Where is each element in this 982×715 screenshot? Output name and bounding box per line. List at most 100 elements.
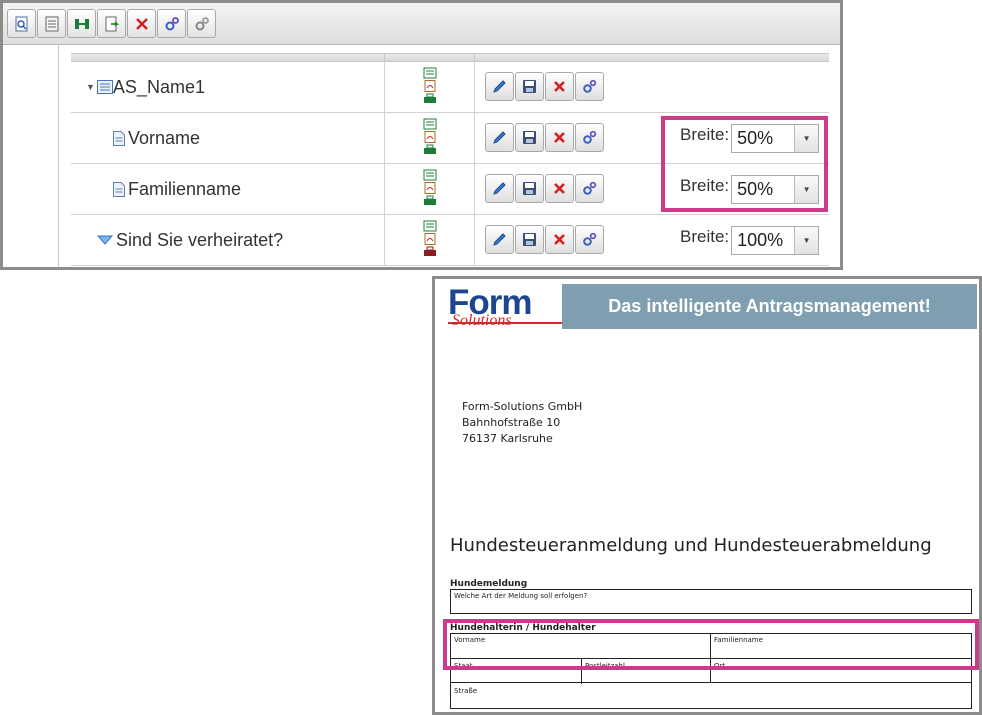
tree-row[interactable]: Sind Sie verheiratet? Breite: 100% ▼ bbox=[71, 215, 829, 266]
tree-node-label: AS_Name1 bbox=[112, 76, 205, 97]
tree-node[interactable]: Sind Sie verheiratet? bbox=[71, 215, 385, 265]
form-field-box: Welche Art der Meldung soll erfolgen? bbox=[450, 589, 972, 614]
pencil-icon bbox=[493, 80, 506, 93]
floppy-icon bbox=[523, 131, 536, 144]
delete-row-button[interactable] bbox=[545, 72, 574, 101]
tree-node[interactable]: Vorname bbox=[71, 113, 385, 163]
tree-node[interactable]: ▼ AS_Name1 bbox=[71, 62, 385, 112]
export-icon bbox=[105, 16, 119, 31]
tree-node-label: Familienname bbox=[128, 178, 242, 199]
pdf-icon[interactable] bbox=[423, 233, 437, 245]
preview-button[interactable] bbox=[7, 9, 36, 38]
delete-icon bbox=[554, 132, 565, 143]
screenshot-stage: ▼ AS_Name1 Vorname Breite: 50% ▼ Familie… bbox=[0, 0, 982, 715]
floppy-icon bbox=[523, 182, 536, 195]
delete-icon bbox=[135, 17, 148, 30]
settings-gray-icon bbox=[195, 16, 209, 30]
edit-button[interactable] bbox=[485, 174, 514, 203]
output-icons-cell bbox=[385, 164, 475, 214]
output-icons-cell bbox=[385, 215, 475, 265]
width-control: Breite: 100% ▼ bbox=[680, 226, 820, 255]
width-select[interactable]: 100% ▼ bbox=[731, 226, 820, 255]
print-icon[interactable] bbox=[423, 144, 437, 156]
preview-icon bbox=[15, 16, 27, 31]
sender-address: Form-Solutions GmbH Bahnhofstraße 10 761… bbox=[462, 399, 582, 447]
highlight-box-width-settings bbox=[661, 116, 828, 212]
settings-blue-icon bbox=[583, 181, 597, 195]
width-select-value: 100% bbox=[737, 230, 784, 250]
edit-button[interactable] bbox=[485, 72, 514, 101]
header-banner: Das intelligente Antragsmanagement! bbox=[562, 284, 977, 329]
edit-button[interactable] bbox=[485, 225, 514, 254]
left-panel-strip bbox=[3, 45, 59, 267]
properties-button[interactable] bbox=[575, 123, 604, 152]
save-button[interactable] bbox=[515, 225, 544, 254]
highlight-box-name-fields bbox=[443, 619, 979, 670]
print-icon[interactable] bbox=[423, 195, 437, 207]
html-icon[interactable] bbox=[423, 118, 437, 130]
properties-button[interactable] bbox=[575, 225, 604, 254]
pdf-icon[interactable] bbox=[423, 80, 437, 92]
delete-row-button[interactable] bbox=[545, 123, 574, 152]
form-solutions-logo: Form Solutions ® bbox=[448, 284, 569, 334]
print-icon[interactable] bbox=[423, 246, 437, 258]
delete-icon bbox=[554, 234, 565, 245]
settings-gray-button[interactable] bbox=[187, 9, 216, 38]
form-icon bbox=[45, 16, 58, 31]
html-icon[interactable] bbox=[423, 169, 437, 181]
tree-header bbox=[71, 53, 829, 62]
structure-button[interactable] bbox=[67, 9, 96, 38]
delete-button[interactable] bbox=[127, 9, 156, 38]
tree-node-label: Sind Sie verheiratet? bbox=[116, 229, 284, 250]
html-icon[interactable] bbox=[423, 220, 437, 232]
field-icon bbox=[113, 130, 125, 146]
delete-icon bbox=[554, 81, 565, 92]
address-line: 76137 Karlsruhe bbox=[462, 432, 553, 445]
settings-blue-icon bbox=[165, 16, 179, 30]
properties-button[interactable] bbox=[575, 174, 604, 203]
settings-blue-icon bbox=[583, 130, 597, 144]
structure-icon bbox=[74, 18, 89, 29]
delete-row-button[interactable] bbox=[545, 174, 574, 203]
pencil-icon bbox=[493, 131, 506, 144]
pdf-icon[interactable] bbox=[423, 182, 437, 194]
expand-caret-icon[interactable]: ▼ bbox=[86, 82, 95, 92]
floppy-icon bbox=[523, 80, 536, 93]
save-button[interactable] bbox=[515, 174, 544, 203]
form-field-box: Straße bbox=[450, 683, 972, 709]
pencil-icon bbox=[493, 182, 506, 195]
row-actions-cell bbox=[475, 62, 829, 112]
field-label: Welche Art der Meldung soll erfolgen? bbox=[454, 592, 588, 600]
settings-blue-icon bbox=[583, 79, 597, 93]
form-button[interactable] bbox=[37, 9, 66, 38]
address-line: Bahnhofstraße 10 bbox=[462, 416, 561, 429]
save-button[interactable] bbox=[515, 72, 544, 101]
row-actions-cell: Breite: 100% ▼ bbox=[475, 215, 829, 265]
field-icon bbox=[113, 181, 125, 197]
settings-blue-button[interactable] bbox=[157, 9, 186, 38]
output-icons-cell bbox=[385, 62, 475, 112]
delete-row-button[interactable] bbox=[545, 225, 574, 254]
properties-button[interactable] bbox=[575, 72, 604, 101]
tree-row[interactable]: ▼ AS_Name1 bbox=[71, 62, 829, 113]
editor-toolbar bbox=[3, 3, 840, 45]
print-icon[interactable] bbox=[423, 93, 437, 105]
save-button[interactable] bbox=[515, 123, 544, 152]
address-line: Form-Solutions GmbH bbox=[462, 400, 583, 413]
html-icon[interactable] bbox=[423, 67, 437, 79]
delete-icon bbox=[554, 183, 565, 194]
pdf-icon[interactable] bbox=[423, 131, 437, 143]
document-title: Hundesteueranmeldung und Hundesteuerabme… bbox=[450, 535, 932, 556]
logo-subtitle: Solutions bbox=[452, 312, 512, 329]
group-icon bbox=[96, 80, 113, 94]
chevron-down-icon[interactable]: ▼ bbox=[794, 227, 819, 254]
section-label: Hundemeldung bbox=[450, 579, 528, 589]
output-icons-cell bbox=[385, 113, 475, 163]
export-button[interactable] bbox=[97, 9, 126, 38]
pencil-icon bbox=[493, 233, 506, 246]
settings-blue-icon bbox=[583, 232, 597, 246]
tree-node[interactable]: Familienname bbox=[71, 164, 385, 214]
field-label: Straße bbox=[454, 687, 478, 695]
edit-button[interactable] bbox=[485, 123, 514, 152]
width-label: Breite: bbox=[680, 226, 730, 246]
